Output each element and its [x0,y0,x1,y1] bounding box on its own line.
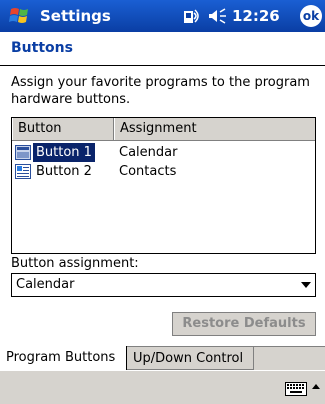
button-assignment: Calendar [119,145,178,160]
button-assignment-dropdown[interactable]: Calendar [11,273,316,297]
tab-strip: Program Buttons Up/Down Control [0,346,325,371]
heading-divider [0,65,325,66]
connectivity-icon[interactable] [182,7,200,25]
button-assignment-label: Button assignment: [11,256,139,271]
button-icon [15,145,31,160]
page-title: Buttons [11,40,73,56]
chevron-down-icon[interactable] [301,282,311,288]
button-name: Button 2 [36,164,92,179]
keyboard-icon[interactable] [285,382,307,396]
button-icon [15,164,31,179]
app-title: Settings [40,7,111,25]
tab-program-buttons[interactable]: Program Buttons [0,346,127,371]
column-header-assignment[interactable]: Assignment [114,118,315,140]
list-item[interactable]: Button 1 Calendar [12,143,315,162]
volume-icon[interactable] [208,8,228,24]
input-panel-arrow-icon[interactable] [312,384,320,389]
title-bar: Settings 12:26 ok [0,0,325,32]
column-header-button[interactable]: Button [12,118,114,140]
restore-defaults-button[interactable]: Restore Defaults [172,312,316,336]
list-item[interactable]: Button 2 Contacts [12,162,315,181]
menu-bar [0,370,325,404]
tab-up-down-control[interactable]: Up/Down Control [127,347,254,370]
dropdown-value: Calendar [16,277,75,292]
button-assignment: Contacts [119,164,177,179]
clock[interactable]: 12:26 [232,7,280,25]
list-header: Button Assignment [12,118,315,141]
button-list[interactable]: Button Assignment Button 1 Calendar Butt… [11,117,316,254]
ok-button[interactable]: ok [300,5,322,27]
page-description: Assign your favorite programs to the pro… [11,75,310,107]
button-name: Button 1 [33,143,95,162]
windows-start-icon[interactable] [8,5,34,27]
